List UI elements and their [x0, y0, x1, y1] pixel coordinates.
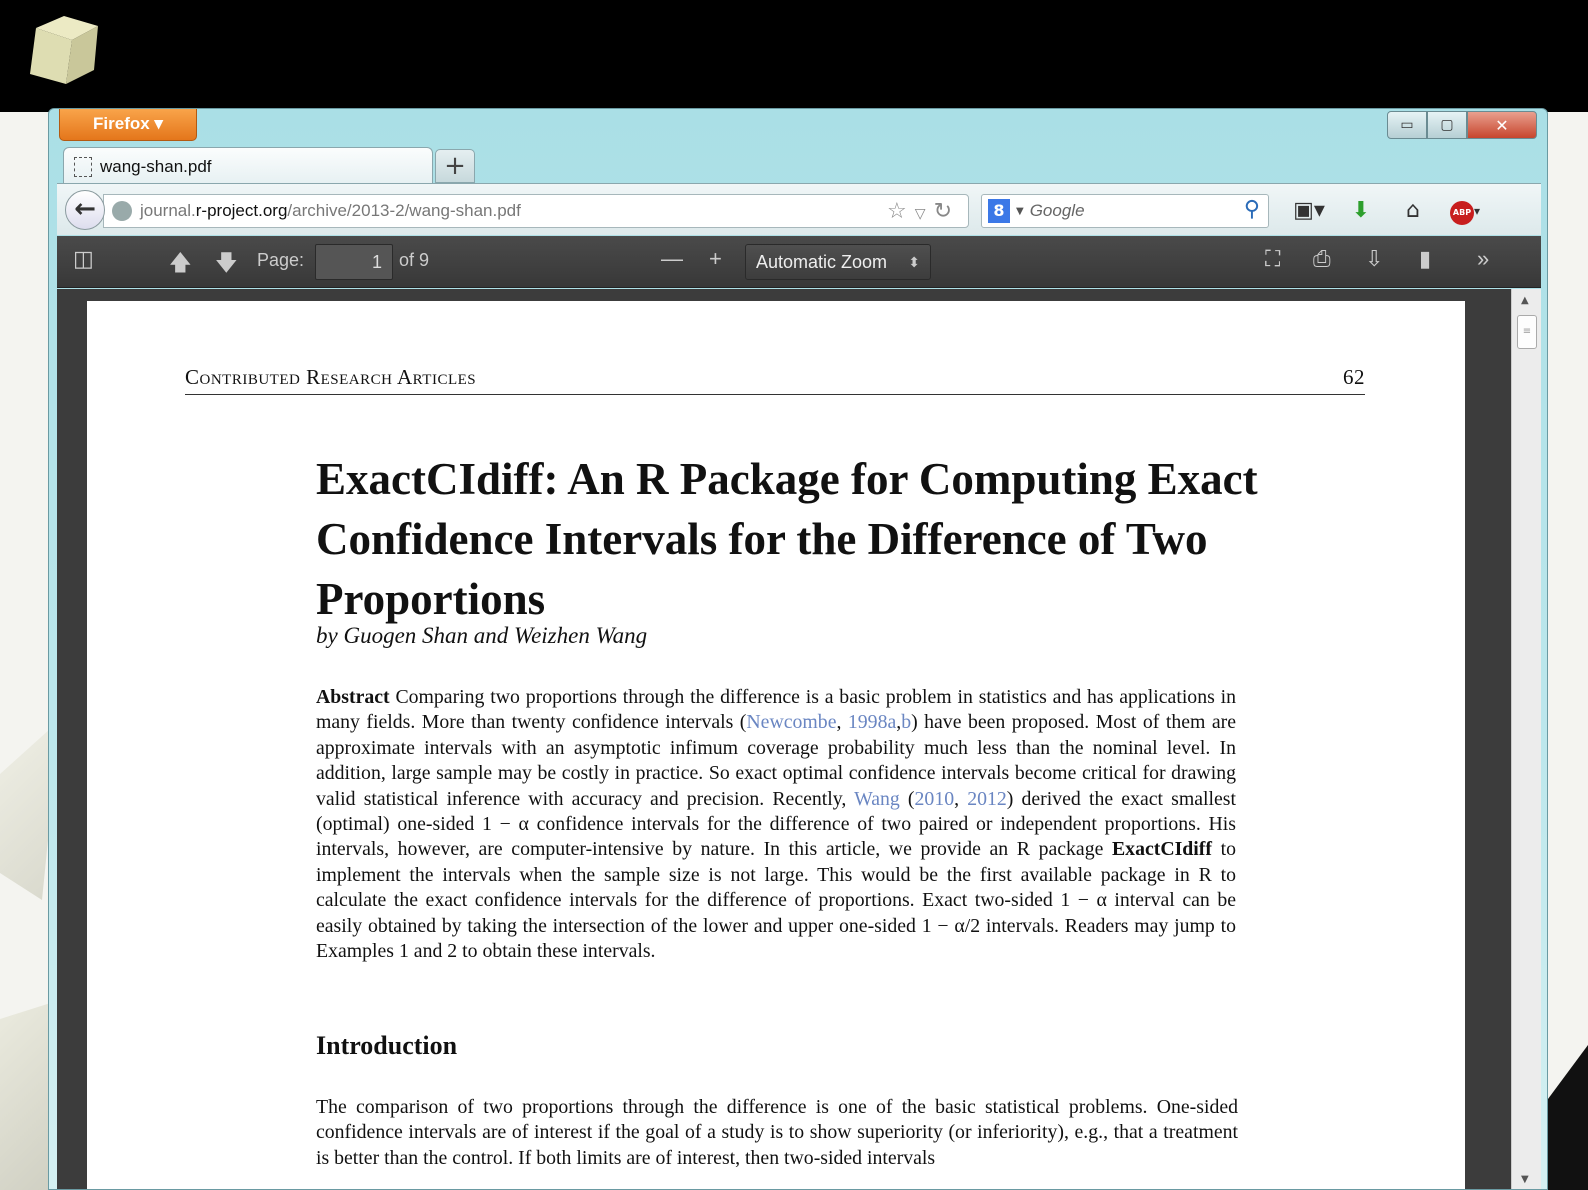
fullscreen-icon[interactable]: ⛶ — [1265, 246, 1280, 272]
navigation-toolbar: journal.r-project.org/archive/2013-2/wan… — [57, 183, 1541, 235]
chevron-down-icon[interactable]: ▼ — [1016, 206, 1024, 217]
reload-icon[interactable]: ↻ — [934, 199, 960, 224]
firefox-menu-button[interactable]: Firefox ▾ — [59, 109, 197, 141]
citation-link[interactable]: Newcombe — [746, 711, 836, 733]
print-icon[interactable]: ⎙ — [1313, 246, 1331, 272]
page-count: of 9 — [399, 250, 430, 270]
maximize-button[interactable]: ▢ — [1427, 111, 1467, 139]
article-title: ExactCIdiff: An R Package for Computing … — [316, 454, 1258, 624]
scroll-up-icon[interactable]: ▲ — [1521, 295, 1529, 306]
url-text[interactable]: journal.r-project.org/archive/2013-2/wan… — [140, 201, 521, 221]
search-icon[interactable]: ⚲ — [1244, 197, 1260, 222]
page-number-input[interactable]: 1 — [315, 244, 393, 280]
tab-title: wang-shan.pdf — [100, 156, 212, 176]
tools-icon[interactable]: » — [1477, 246, 1489, 272]
citation-link[interactable]: b — [901, 711, 911, 733]
back-arrow-icon: ← — [74, 194, 96, 224]
history-dropdown-icon[interactable]: ▽ — [915, 206, 934, 222]
url-bar[interactable]: journal.r-project.org/archive/2013-2/wan… — [103, 194, 969, 228]
running-head-title: Contributed Research Articles — [185, 365, 477, 389]
scroll-down-icon[interactable]: ▼ — [1521, 1174, 1529, 1185]
package-name: ExactCIdiff — [1111, 838, 1212, 861]
window-controls: ▭ ▢ ✕ — [1387, 111, 1537, 141]
cube-logo-icon — [30, 16, 98, 84]
page-down-icon[interactable]: 🡇 — [215, 246, 238, 284]
search-box[interactable]: 8 ▼ Google ⚲ — [981, 194, 1269, 228]
url-actions: ☆▽↻ — [887, 199, 960, 224]
download-icon[interactable]: ⬇ — [1335, 198, 1387, 223]
search-input[interactable]: Google — [1030, 201, 1085, 221]
home-icon[interactable]: ⌂ — [1387, 198, 1439, 223]
decorative-shape — [1545, 1045, 1588, 1190]
zoom-select[interactable]: Automatic Zoom ⬍ — [745, 244, 931, 280]
scrollbar-thumb[interactable]: ≡ — [1517, 315, 1537, 349]
article-byline: by Guogen Shan and Weizhen Wang — [316, 623, 648, 648]
new-tab-button[interactable]: + — [435, 149, 475, 183]
abstract: Abstract Comparing two proportions throu… — [316, 686, 1237, 963]
back-button[interactable]: ← — [65, 190, 105, 230]
close-button[interactable]: ✕ — [1467, 111, 1537, 139]
adblock-icon: ABP — [1449, 201, 1474, 225]
browser-window: Firefox ▾ ▭ ▢ ✕ wang-shan.pdf + journal.… — [48, 108, 1548, 1190]
scrollbar[interactable]: ▲ ≡ ▼ — [1511, 289, 1541, 1189]
save-icon[interactable]: ⇩ — [1365, 246, 1383, 272]
tab-wang-shan[interactable]: wang-shan.pdf — [63, 147, 433, 185]
sidebar-toggle-icon[interactable]: ◫ — [73, 246, 94, 272]
abstract-label: Abstract — [316, 686, 390, 708]
section-heading: Introduction — [316, 1031, 458, 1060]
zoom-in-button[interactable]: + — [709, 246, 722, 272]
page-number: 62 — [1343, 365, 1365, 389]
nav-icons: ▣▾ ⬇ ⌂ ABP ▾ — [1283, 196, 1491, 225]
google-engine-icon[interactable]: 8 — [988, 199, 1010, 223]
bookmark-icon[interactable]: ▮ — [1419, 246, 1431, 272]
zoom-out-button[interactable]: — — [661, 246, 683, 272]
page-label: Page: — [257, 250, 305, 270]
slide-title-bar — [0, 0, 1588, 112]
pdf-toolbar: ◫ 🡅 🡇 Page: 1 of 9 — + Automatic Zoom ⬍ ⛶… — [57, 236, 1541, 288]
running-head: Contributed Research Articles 62 — [185, 365, 1365, 395]
citation-link[interactable]: 1998a — [848, 711, 896, 733]
pdf-page: Contributed Research Articles 62 ExactCI… — [87, 301, 1465, 1189]
bookmark-star-icon[interactable]: ☆ — [887, 199, 915, 224]
adblock-button[interactable]: ABP ▾ — [1439, 196, 1491, 225]
citation-link[interactable]: Wang — [854, 788, 900, 810]
page-up-icon[interactable]: 🡅 — [169, 246, 192, 284]
chevron-updown-icon: ⬍ — [908, 254, 920, 270]
page-icon — [74, 156, 92, 177]
minimize-button[interactable]: ▭ — [1387, 111, 1427, 139]
globe-icon — [112, 201, 132, 221]
citation-link[interactable]: 2010 — [915, 788, 955, 810]
intro-paragraph: The comparison of two proportions throug… — [316, 1096, 1238, 1169]
pdf-viewer[interactable]: Contributed Research Articles 62 ExactCI… — [57, 289, 1541, 1189]
bookmarks-icon[interactable]: ▣▾ — [1283, 198, 1335, 223]
citation-link[interactable]: 2012 — [967, 788, 1007, 810]
